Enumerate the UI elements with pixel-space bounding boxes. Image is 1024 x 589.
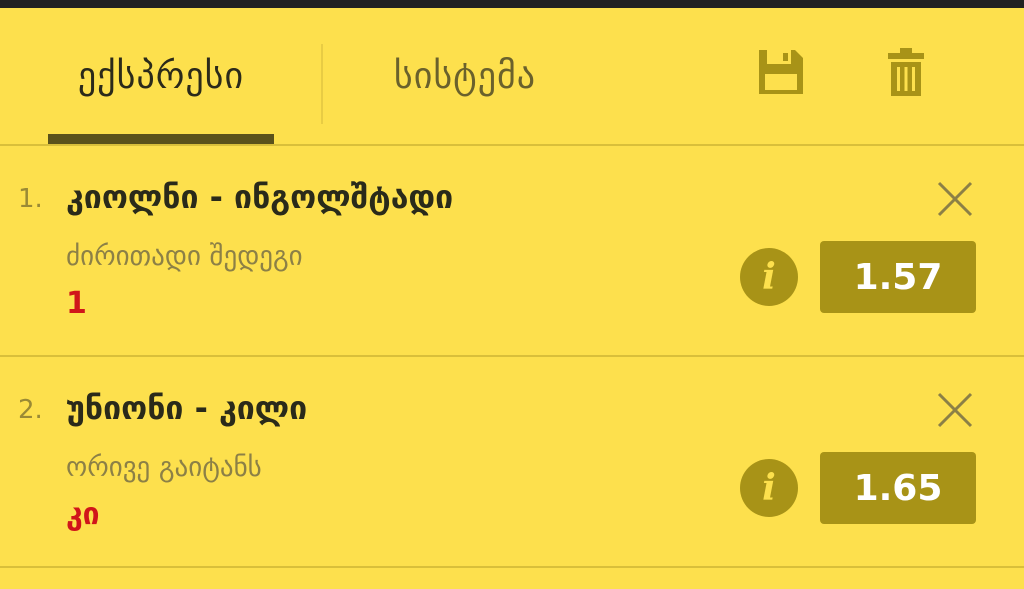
bet-market: ძირითადი შედეგი [66, 241, 303, 272]
bet-market: ორივე გაიტანს [66, 452, 262, 483]
betslip-tabs: ექსპრესი სისტემა [0, 8, 1024, 146]
odds-value: 1.57 [853, 256, 943, 298]
bet-number: 1. [18, 184, 43, 214]
odds-button[interactable]: 1.57 [820, 241, 976, 313]
info-icon: i [762, 467, 776, 509]
trash-icon [888, 48, 924, 96]
bet-match-title: უნიონი - კილი [66, 389, 308, 427]
remove-bet-button[interactable] [936, 391, 974, 429]
close-icon [937, 181, 973, 217]
status-bar [0, 0, 1024, 8]
active-tab-indicator [48, 134, 274, 144]
tab-system-label: სისტემა [393, 55, 537, 97]
clear-all-button[interactable] [886, 48, 926, 102]
bet-row: 1. კიოლნი - ინგოლშტადი ძირითადი შედეგი 1… [0, 146, 1024, 357]
bet-match-title: კიოლნი - ინგოლშტადი [66, 178, 454, 216]
remove-bet-button[interactable] [936, 180, 974, 218]
tab-express-label: ექსპრესი [77, 55, 245, 97]
odds-button[interactable]: 1.65 [820, 452, 976, 524]
bet-number: 2. [18, 395, 43, 425]
odds-value: 1.65 [853, 467, 943, 509]
bet-row: 2. უნიონი - კილი ორივე გაიტანს კი i 1.65 [0, 357, 1024, 568]
info-button[interactable]: i [740, 248, 798, 306]
tab-divider [321, 44, 323, 124]
save-button[interactable] [757, 48, 805, 100]
info-icon: i [762, 256, 776, 298]
info-button[interactable]: i [740, 459, 798, 517]
bet-selection: 1 [66, 286, 87, 321]
tab-system[interactable]: სისტემა [360, 8, 570, 144]
tab-express[interactable]: ექსპრესი [48, 8, 274, 144]
bet-selection: კი [66, 497, 100, 532]
save-icon [759, 50, 803, 94]
close-icon [937, 392, 973, 428]
